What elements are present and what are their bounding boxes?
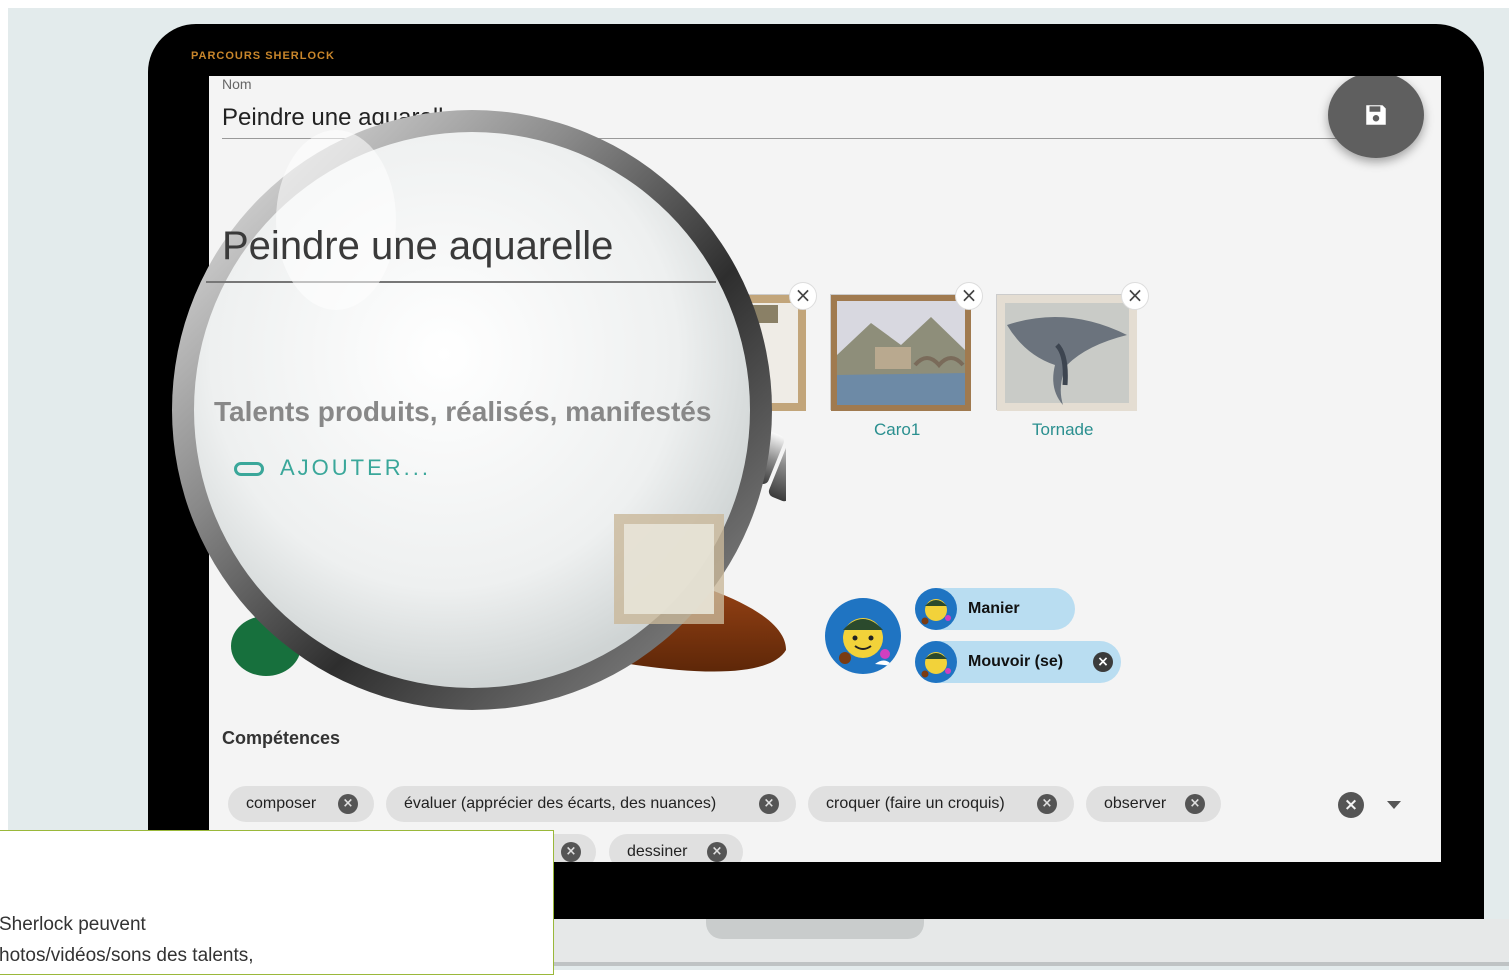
remove-skill-button[interactable]: × xyxy=(759,794,779,814)
skill-chip[interactable]: évaluer (apprécier des écarts, des nuanc… xyxy=(386,786,796,822)
skill-chip-label: évaluer (apprécier des écarts, des nuanc… xyxy=(404,795,717,812)
paperclip-icon xyxy=(234,462,264,477)
attachment-label: Tornade xyxy=(1032,420,1094,439)
talent-chip[interactable]: Mouvoir (se) × xyxy=(915,641,1121,683)
talent-avatar xyxy=(825,598,901,674)
caption-line: hotos/vidéos/sons des talents, xyxy=(0,945,254,966)
skill-chip[interactable]: dessiner × xyxy=(609,834,743,862)
caption-line: Sherlock peuvent xyxy=(0,914,146,935)
save-button[interactable] xyxy=(1328,76,1424,158)
caption-text: Sherlock peuvent hotos/vidéos/sons des t… xyxy=(0,909,254,971)
talent-chip-label: Mouvoir (se) xyxy=(968,653,1064,670)
sherlock-character-icon xyxy=(839,618,893,666)
competences-title: Compétences xyxy=(222,728,341,748)
skill-chip-label: dessiner xyxy=(627,843,688,860)
talent-chip-label: Manier xyxy=(968,600,1020,617)
sherlock-character-icon xyxy=(921,652,951,678)
skill-chip-label: observer xyxy=(1104,795,1167,812)
sherlock-character-icon xyxy=(921,599,951,625)
skill-chip[interactable]: croquer (faire un croquis) × xyxy=(808,786,1074,822)
laptop-notch xyxy=(706,919,924,939)
save-icon xyxy=(1366,105,1386,125)
talent-chip-avatar xyxy=(915,588,957,630)
attachment-thumbnail[interactable] xyxy=(996,294,1137,411)
skill-chip[interactable]: composer × xyxy=(228,786,374,822)
remove-skill-button[interactable]: × xyxy=(338,794,358,814)
remove-attachment-button[interactable]: × xyxy=(955,282,983,310)
talent-chip-avatar xyxy=(915,641,957,683)
name-field-label: Nom xyxy=(222,76,252,92)
remove-attachment-button[interactable]: × xyxy=(1121,282,1149,310)
remove-skill-button[interactable]: × xyxy=(1037,794,1057,814)
skill-chip-label: croquer (faire un croquis) xyxy=(826,795,1005,812)
remove-talent-button[interactable]: × xyxy=(1093,652,1113,672)
remove-skill-button[interactable]: × xyxy=(707,842,727,862)
clear-all-button[interactable]: × xyxy=(1338,792,1364,818)
add-attachment-label: AJOUTER... xyxy=(280,455,432,480)
skill-chip[interactable]: observer × xyxy=(1086,786,1221,822)
painting-image xyxy=(997,295,1137,411)
magnified-talents-heading: Talents produits, réalisés, manifestés xyxy=(214,396,712,427)
skill-chip-label: composer xyxy=(246,795,317,812)
attachment-thumbnail[interactable] xyxy=(830,294,971,411)
add-attachment-button[interactable]: AJOUTER... xyxy=(234,455,431,481)
talent-chip[interactable]: Manier xyxy=(915,588,1075,630)
brand-title: PARCOURS SHERLOCK xyxy=(191,50,335,62)
chevron-down-icon[interactable] xyxy=(1387,801,1401,809)
remove-attachment-button[interactable]: × xyxy=(789,282,817,310)
remove-skill-button[interactable]: × xyxy=(561,842,581,862)
painting-image xyxy=(831,295,971,411)
magnified-title: Peindre une aquarelle xyxy=(222,224,614,268)
caption-box: Sherlock peuvent hotos/vidéos/sons des t… xyxy=(0,830,554,975)
remove-skill-button[interactable]: × xyxy=(1185,794,1205,814)
attachment-label: Caro1 xyxy=(874,420,921,439)
